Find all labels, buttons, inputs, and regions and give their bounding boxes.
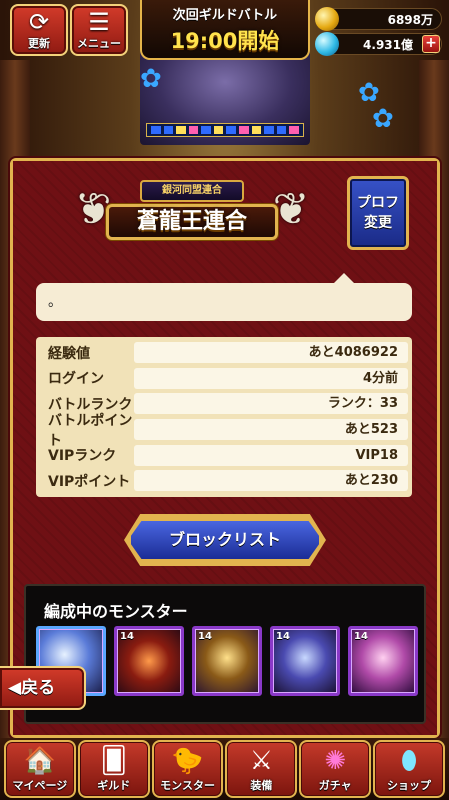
swords-icon: ⚔ [249, 746, 274, 776]
add-gems-button[interactable]: + [422, 35, 440, 53]
nav-equipment[interactable]: ⚔ 装備 [225, 740, 298, 798]
nav-guild[interactable]: 🂠 ギルド [77, 740, 150, 798]
monster-level: 14 [276, 631, 290, 642]
nav-monster[interactable]: 🐤 モンスター [151, 740, 224, 798]
menu-button[interactable]: ☰ メニュー [70, 4, 128, 56]
guild-emblem: ❦ ❦ 銀河同盟連合 蒼龍王連合 [62, 178, 322, 258]
stat-label: 経験値 [48, 345, 90, 362]
monster-card[interactable]: 14 [348, 626, 418, 696]
gacha-circle-icon: ✺ [324, 746, 347, 776]
refresh-button[interactable]: ⟳ 更新 [10, 4, 68, 56]
nav-label: ショップ [387, 779, 432, 792]
stat-value: ランク：33 [134, 393, 408, 415]
guild-name: 蒼龍王連合 [106, 204, 278, 240]
profile-comment: 。 [36, 273, 412, 321]
monster-level: 14 [198, 631, 212, 642]
stat-value: 4分前 [134, 367, 408, 389]
top-bar: ⟳ 更新 ☰ メニュー 次回ギルドバトル 19:00開始 6898万 4.931… [0, 0, 449, 60]
menu-list-icon: ☰ [88, 8, 110, 36]
battle-caption: 次回ギルドバトル [172, 8, 278, 23]
stat-label: VIPポイント [48, 473, 131, 490]
banner-light-strip [146, 123, 304, 137]
stat-row-experience: 経験値 あと4086922 [40, 340, 408, 366]
stat-value: あと4086922 [134, 342, 408, 364]
stat-label: ログイン [48, 371, 104, 388]
guild-cards-icon: 🂠 [100, 746, 128, 776]
next-guild-battle-box: 次回ギルドバトル 19:00開始 [140, 0, 310, 60]
nav-shop[interactable]: ⬮ ショップ [373, 740, 445, 798]
stat-value: あと230 [134, 470, 408, 492]
egg-icon: ⬮ [400, 746, 418, 776]
edit-profile-label-line1: プロフ [357, 195, 399, 211]
monster-card-row: 14 14 14 14 [36, 626, 418, 696]
gold-counter: 6898万 [315, 7, 442, 31]
monster-card[interactable]: 14 [114, 626, 184, 696]
flower-icon: ✿ [140, 64, 162, 94]
edit-profile-label-line2: 変更 [364, 215, 392, 231]
guild-emblem-top: 銀河同盟連合 [140, 180, 244, 202]
gem-amount: 4.931億 [363, 37, 413, 52]
battle-time: 19:00開始 [170, 29, 280, 53]
refresh-label: 更新 [28, 37, 50, 50]
comment-text: 。 [48, 294, 62, 310]
monster-bird-icon: 🐤 [171, 746, 204, 776]
edit-profile-button[interactable]: プロフ 変更 [347, 176, 409, 250]
nav-label: ギルド [97, 779, 131, 792]
stat-row-vip-rank: VIPランク VIP18 [40, 442, 408, 468]
gold-amount: 6898万 [387, 12, 433, 27]
nav-gacha[interactable]: ✺ ガチャ [299, 740, 372, 798]
nav-label: 装備 [250, 779, 273, 792]
party-title: 編成中のモンスター [44, 602, 188, 621]
stat-value: VIP18 [134, 444, 408, 466]
flower-icon: ✿ [372, 104, 394, 134]
monster-card[interactable]: 14 [270, 626, 340, 696]
stats-table: 経験値 あと4086922 ログイン 4分前 バトルランク ランク：33 バトル… [36, 337, 412, 497]
block-list-button[interactable]: ブロックリスト [128, 518, 322, 562]
stat-row-login: ログイン 4分前 [40, 366, 408, 392]
stat-value: あと523 [134, 419, 408, 441]
nav-label: マイページ [12, 779, 68, 792]
back-button[interactable]: ◀戻る [0, 666, 86, 710]
gem-counter: 4.931億 + [315, 32, 442, 56]
monster-level: 14 [354, 631, 368, 642]
monster-card[interactable]: 14 [192, 626, 262, 696]
bottom-navigation: 🏠 マイページ 🂠 ギルド 🐤 モンスター ⚔ 装備 ✺ ガチャ ⬮ ショップ [0, 738, 449, 800]
nav-label: ガチャ [318, 779, 352, 792]
nav-label: モンスター [160, 779, 215, 792]
stat-row-battle-points: バトルポイント あと523 [40, 413, 408, 449]
coin-icon [315, 7, 339, 31]
menu-label: メニュー [77, 37, 121, 50]
refresh-icon: ⟳ [28, 8, 50, 36]
monster-level: 14 [120, 631, 134, 642]
stat-label: VIPランク [48, 448, 117, 465]
stat-row-vip-points: VIPポイント あと230 [40, 468, 408, 494]
gem-icon [315, 32, 339, 56]
nav-mypage[interactable]: 🏠 マイページ [4, 740, 76, 798]
house-icon: 🏠 [23, 746, 57, 776]
